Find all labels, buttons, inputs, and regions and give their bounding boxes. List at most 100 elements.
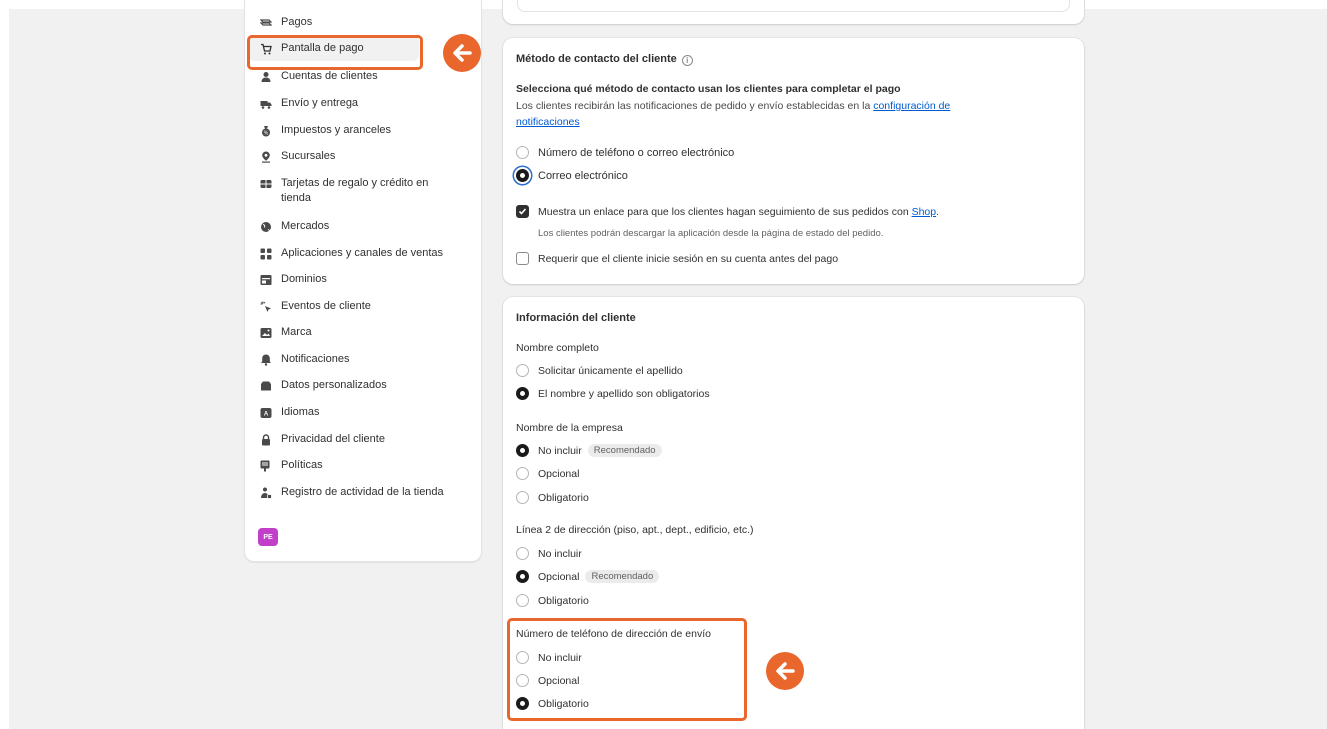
sidebar-item-impuestos-y-aranceles[interactable]: % Impuestos y aranceles xyxy=(259,123,471,138)
track-text: Muestra un enlace para que los clientes … xyxy=(538,205,912,218)
sidebar-item-mercados[interactable]: Mercados xyxy=(259,219,471,234)
recommended-badge: Recomendado xyxy=(587,444,662,457)
checkbox-checked[interactable] xyxy=(516,205,529,218)
radio-button-selected[interactable] xyxy=(516,387,529,400)
sidebar-item-label: Tarjetas de regalo y crédito en tienda xyxy=(281,177,429,204)
cursor-click-icon xyxy=(259,300,272,313)
sidebar-item-idiomas[interactable]: A Idiomas xyxy=(259,405,471,420)
shop-link[interactable]: Shop xyxy=(912,206,937,218)
radio-button[interactable] xyxy=(516,594,529,607)
brand-icon xyxy=(259,326,272,339)
sidebar-item-label: Mercados xyxy=(281,220,330,232)
sidebar-item-label: Impuestos y aranceles xyxy=(281,124,392,136)
company-label: Nombre de la empresa xyxy=(516,422,623,434)
radio-button-selected[interactable] xyxy=(516,570,529,583)
contact-subtitle: Selecciona qué método de contacto usan l… xyxy=(516,83,901,95)
avatar[interactable]: PE xyxy=(258,528,278,546)
require-login-checkbox-row[interactable]: Requerir que el cliente inicie sesión en… xyxy=(516,252,838,265)
settings-sidebar: Pagos Pantalla de pago Cuentas de client… xyxy=(244,0,482,562)
address2-option-obligatorio[interactable]: Obligatorio xyxy=(516,594,589,607)
track-suffix: . xyxy=(936,205,940,218)
database-icon xyxy=(259,379,272,392)
sidebar-item-marca[interactable]: Marca xyxy=(259,325,471,340)
contact-description: Los clientes recibirán las notificacione… xyxy=(516,98,1056,130)
sidebar-item-label: Cuentas de clientes xyxy=(281,70,378,82)
activity-log-icon xyxy=(259,486,272,499)
sidebar-item-label: Pagos xyxy=(281,16,313,28)
sidebar-item-envio-y-entrega[interactable]: Envío y entrega xyxy=(259,96,471,111)
cash-icon xyxy=(259,16,272,29)
apps-icon xyxy=(259,247,272,260)
company-option-opcional[interactable]: Opcional xyxy=(516,467,579,480)
svg-text:A: A xyxy=(263,411,268,417)
address2-option-no-incluir[interactable]: No incluir xyxy=(516,547,582,560)
login-label: Requerir que el cliente inicie sesión en… xyxy=(538,252,839,265)
checkmark-icon xyxy=(518,208,527,215)
person-icon xyxy=(259,70,272,83)
address2-option-opcional[interactable]: Opcional Recomendado xyxy=(516,570,660,583)
option-label: Opcional xyxy=(538,467,580,480)
radio-button[interactable] xyxy=(516,547,529,560)
option-label: Obligatorio xyxy=(538,491,589,504)
arrow-left-icon xyxy=(443,34,481,72)
company-option-no-incluir[interactable]: No incluir Recomendado xyxy=(516,444,662,457)
full-name-option-surname-only[interactable]: Solicitar únicamente el apellido xyxy=(516,364,683,377)
lock-icon xyxy=(259,433,272,446)
sidebar-item-pagos[interactable]: Pagos xyxy=(259,15,471,30)
previous-settings-card xyxy=(503,0,1084,24)
checkbox-unchecked[interactable] xyxy=(516,252,529,265)
highlight-box-sidebar xyxy=(247,35,423,70)
notification-settings-link[interactable]: configuración de xyxy=(873,100,950,112)
track-label: Muestra un enlace para que los clientes … xyxy=(538,206,939,218)
sidebar-item-label: Políticas xyxy=(281,459,323,471)
radio-button[interactable] xyxy=(516,491,529,504)
language-icon: A xyxy=(259,406,272,419)
card-title: Información del cliente xyxy=(516,312,636,324)
full-name-option-both-required[interactable]: El nombre y apellido son obligatorios xyxy=(516,387,710,400)
radio-button-selected[interactable] xyxy=(516,169,529,182)
highlight-box-phone xyxy=(507,618,747,721)
company-option-obligatorio[interactable]: Obligatorio xyxy=(516,491,589,504)
sidebar-item-eventos-de-cliente[interactable]: Eventos de cliente xyxy=(259,299,471,314)
option-label: El nombre y apellido son obligatorios xyxy=(538,387,710,400)
option-label: Obligatorio xyxy=(538,594,589,607)
sidebar-item-tarjetas-de-regalo[interactable]: Tarjetas de regalo y crédito en tienda xyxy=(259,176,459,206)
radio-button[interactable] xyxy=(516,146,529,159)
radio-button[interactable] xyxy=(516,364,529,377)
sidebar-item-registro-de-actividad[interactable]: Registro de actividad de la tienda xyxy=(259,485,471,500)
sidebar-item-label: Datos personalizados xyxy=(281,379,387,391)
sidebar-item-label: Sucursales xyxy=(281,150,336,162)
contact-option-email[interactable]: Correo electrónico xyxy=(516,169,628,182)
full-name-label: Nombre completo xyxy=(516,342,599,354)
sidebar-item-label: Aplicaciones y canales de ventas xyxy=(281,247,444,259)
notification-settings-link-cont[interactable]: notificaciones xyxy=(516,116,580,128)
truck-icon xyxy=(259,97,272,110)
info-icon[interactable]: i xyxy=(681,55,693,66)
domain-icon xyxy=(259,273,272,286)
sidebar-item-datos-personalizados[interactable]: Datos personalizados xyxy=(259,378,471,393)
sidebar-item-notificaciones[interactable]: Notificaciones xyxy=(259,352,471,367)
radio-button-selected[interactable] xyxy=(516,444,529,457)
sidebar-item-dominios[interactable]: Dominios xyxy=(259,272,471,287)
option-label: Solicitar únicamente el apellido xyxy=(538,364,683,377)
contact-option-phone-or-email[interactable]: Número de teléfono o correo electrónico xyxy=(516,146,734,159)
bell-icon xyxy=(259,353,272,366)
card-title: Método de contacto del cliente i xyxy=(516,53,693,66)
policy-icon xyxy=(259,459,272,472)
sidebar-item-privacidad[interactable]: Privacidad del cliente xyxy=(259,432,471,447)
sidebar-item-label: Notificaciones xyxy=(281,353,350,365)
sidebar-item-cuentas-de-clientes[interactable]: Cuentas de clientes xyxy=(259,69,471,84)
description-text: Los clientes recibirán las notificacione… xyxy=(516,100,874,112)
sidebar-item-label: Privacidad del cliente xyxy=(281,433,385,445)
gift-card-icon xyxy=(259,177,272,190)
sidebar-item-label: Idiomas xyxy=(281,406,320,418)
sidebar-item-aplicaciones[interactable]: Aplicaciones y canales de ventas xyxy=(259,246,471,261)
contact-title: Método de contacto del cliente xyxy=(516,53,677,65)
option-label: No incluir xyxy=(538,547,582,560)
option-label: Número de teléfono o correo electrónico xyxy=(538,146,735,159)
option-label: Opcional xyxy=(538,570,580,583)
sidebar-item-sucursales[interactable]: Sucursales xyxy=(259,149,471,164)
track-orders-checkbox-row[interactable]: Muestra un enlace para que los clientes … xyxy=(516,205,939,218)
sidebar-item-politicas[interactable]: Políticas xyxy=(259,458,471,473)
radio-button[interactable] xyxy=(516,467,529,480)
